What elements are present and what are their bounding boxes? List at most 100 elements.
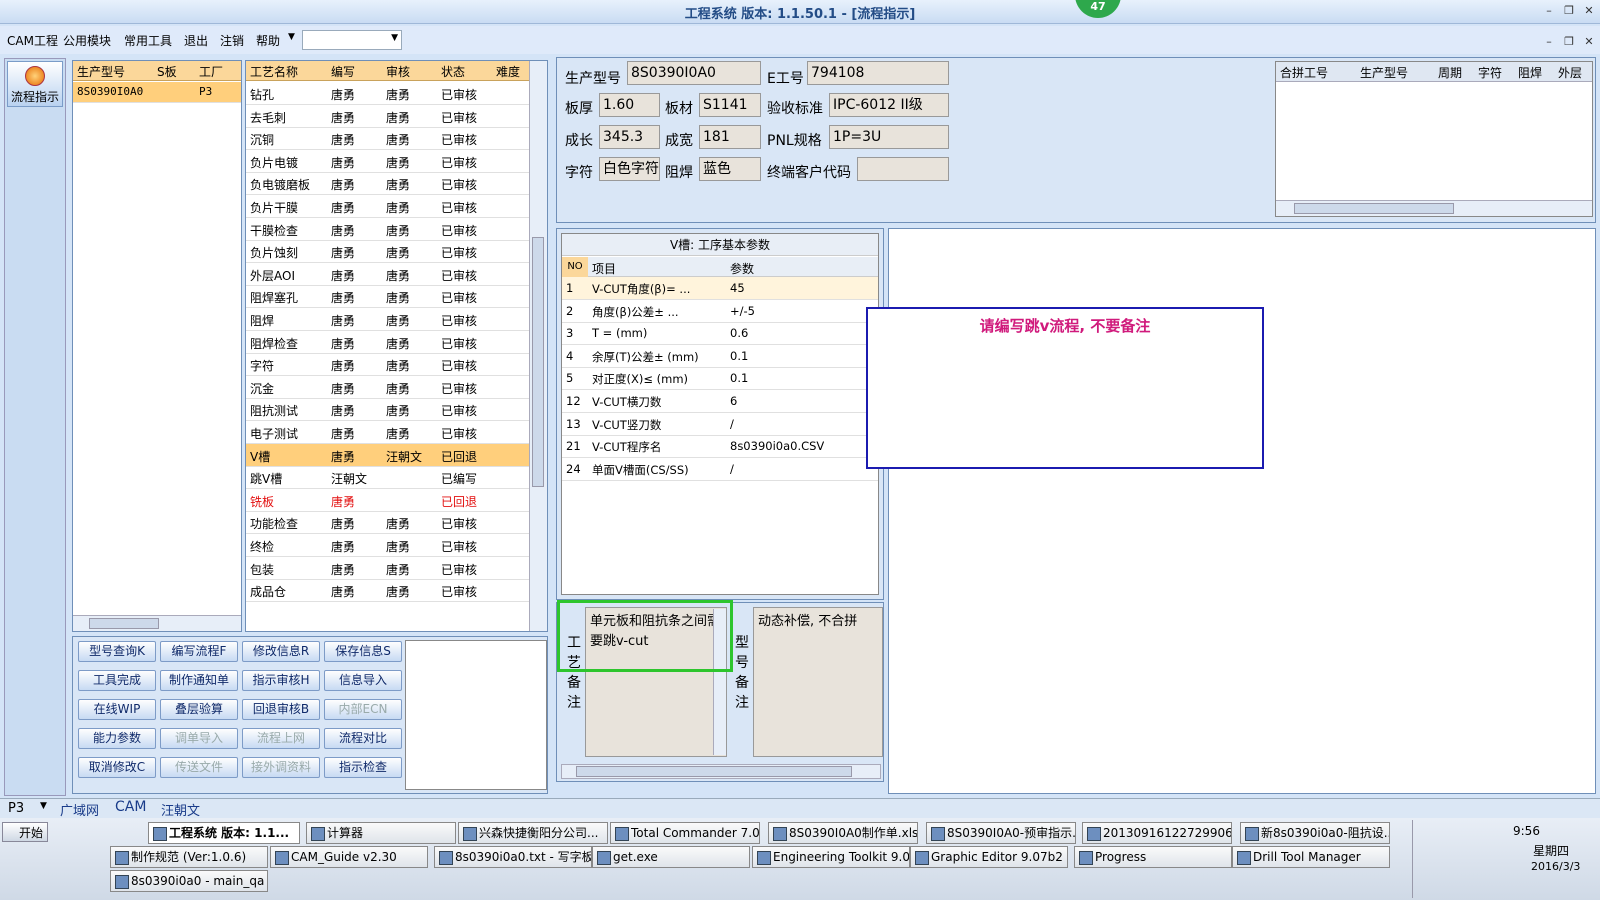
process-row[interactable]: 去毛刺 唐勇 唐勇 已审核	[246, 105, 529, 128]
taskbar-button[interactable]: CAM_Guide v2.30	[270, 846, 428, 868]
process-row[interactable]: 钻孔 唐勇 唐勇 已审核	[246, 82, 529, 105]
action-button[interactable]: 指示检查	[324, 757, 402, 778]
col-status[interactable]: 状态	[441, 63, 465, 80]
taskbar-button[interactable]: 8S0390I0A0-预审指示...	[926, 822, 1076, 844]
process-row[interactable]: 功能检查 唐勇 唐勇 已审核	[246, 511, 529, 535]
action-button[interactable]: 在线WIP	[78, 699, 156, 720]
clock-time[interactable]: 9:56	[1513, 824, 1540, 838]
vgroove-row[interactable]: 1 V-CUT角度(β)= ... 45	[562, 277, 878, 300]
taskbar-button[interactable]: 制作规范 (Ver:1.0.6)	[110, 846, 268, 868]
col-merge-mask[interactable]: 阻焊	[1518, 64, 1542, 81]
taskbar-button[interactable]: 新8s0390i0a0-阻抗设...	[1240, 822, 1390, 844]
model-remark-field[interactable]: 动态补偿, 不合拼	[753, 607, 883, 757]
col-no[interactable]: NO	[562, 257, 588, 277]
action-button[interactable]: 叠层验算	[160, 699, 238, 720]
vgroove-row[interactable]: 13 V-CUT竖刀数 /	[562, 413, 878, 436]
taskbar-button[interactable]: 8s0390i0a0 - main_qa	[110, 870, 268, 892]
process-row[interactable]: 外层AOI 唐勇 唐勇 已审核	[246, 263, 529, 286]
menu-common-modules[interactable]: 公用模块	[63, 32, 111, 49]
action-button[interactable]: 指示审核H	[242, 670, 320, 691]
col-factory[interactable]: 工厂	[199, 63, 223, 80]
col-param[interactable]: 参数	[730, 260, 754, 277]
customer-code-field[interactable]	[857, 157, 949, 181]
taskbar-button[interactable]: Engineering Toolkit 9.07...	[752, 846, 910, 868]
clock-date[interactable]: 2016/3/3	[1531, 860, 1580, 873]
process-row[interactable]: 跳V槽 汪朝文 已编写	[246, 466, 529, 490]
action-button[interactable]: 制作通知单	[160, 670, 238, 691]
col-reviewer[interactable]: 审核	[386, 63, 410, 80]
action-button[interactable]: 型号查询K	[78, 641, 156, 662]
length-field[interactable]: 345.3	[599, 125, 660, 149]
mdi-close-icon[interactable]: ✕	[1580, 34, 1598, 50]
taskbar-button[interactable]: get.exe	[592, 846, 750, 868]
taskbar-button[interactable]: Graphic Editor 9.07b2 (0...	[910, 846, 1068, 868]
taskbar-button[interactable]: Drill Tool Manager	[1232, 846, 1390, 868]
col-model[interactable]: 生产型号	[77, 63, 125, 80]
process-row[interactable]: 负片蚀刻 唐勇 唐勇 已审核	[246, 240, 529, 264]
process-row[interactable]: 负片电镀 唐勇 唐勇 已审核	[246, 150, 529, 173]
action-button[interactable]: 回退审核B	[242, 699, 320, 720]
standard-field[interactable]: IPC-6012 II级	[829, 93, 949, 117]
mdi-minimize-icon[interactable]: –	[1540, 34, 1558, 50]
mask-field[interactable]: 蓝色	[699, 157, 761, 181]
e-field[interactable]: 794108	[807, 61, 949, 85]
process-row[interactable]: 阻焊塞孔 唐勇 唐勇 已审核	[246, 285, 529, 309]
process-list-vscroll[interactable]	[529, 61, 547, 631]
mdi-restore-icon[interactable]: ❐	[1560, 34, 1578, 50]
part-row[interactable]: 8S0390I0A0 P3	[73, 82, 241, 103]
col-merge-char[interactable]: 字符	[1478, 64, 1502, 81]
action-button[interactable]: 能力参数	[78, 728, 156, 749]
menu-common-tools[interactable]: 常用工具	[124, 32, 172, 49]
thickness-field[interactable]: 1.60	[599, 93, 660, 117]
taskbar-button[interactable]: 20130916122729906.rt...	[1082, 822, 1232, 844]
chevron-down-icon[interactable]: ▼	[40, 801, 47, 811]
action-button[interactable]: 流程对比	[324, 728, 402, 749]
restore-icon[interactable]: ❐	[1560, 3, 1578, 19]
minimize-icon[interactable]: –	[1540, 3, 1558, 19]
col-merge-outer[interactable]: 外层	[1558, 64, 1582, 81]
width-field[interactable]: 181	[699, 125, 761, 149]
vgroove-row[interactable]: 4 余厚(T)公差± (mm) 0.1	[562, 345, 878, 368]
pnl-field[interactable]: 1P=3U	[829, 125, 949, 149]
model-field[interactable]: 8S0390I0A0	[627, 61, 761, 85]
taskbar-button[interactable]: 计算器	[306, 822, 456, 844]
process-row[interactable]: 阻焊 唐勇 唐勇 已审核	[246, 308, 529, 331]
process-row[interactable]: 沉金 唐勇 唐勇 已审核	[246, 376, 529, 399]
process-row[interactable]: 电子测试 唐勇 唐勇 已审核	[246, 421, 529, 444]
col-item[interactable]: 项目	[592, 260, 616, 277]
action-button[interactable]: 修改信息R	[242, 641, 320, 662]
vgroove-row[interactable]: 12 V-CUT横刀数 6	[562, 390, 878, 413]
vgroove-row[interactable]: 24 单面V槽面(CS/SS) /	[562, 458, 878, 481]
chevron-down-icon[interactable]: ▼	[391, 33, 398, 43]
remark-hscroll[interactable]	[561, 764, 881, 779]
col-merge-model[interactable]: 生产型号	[1360, 64, 1408, 81]
col-process[interactable]: 工艺名称	[250, 63, 298, 80]
chevron-down-icon[interactable]: ▼	[288, 32, 295, 42]
process-row[interactable]: 负电镀磨板 唐勇 唐勇 已审核	[246, 172, 529, 196]
process-row[interactable]: 字符 唐勇 唐勇 已审核	[246, 353, 529, 377]
part-list-hscroll[interactable]	[73, 615, 241, 631]
merge-hscroll[interactable]	[1276, 200, 1592, 216]
action-button[interactable]: 保存信息S	[324, 641, 402, 662]
action-button[interactable]: 信息导入	[324, 670, 402, 691]
clock-weekday[interactable]: 星期四	[1533, 842, 1569, 859]
process-row[interactable]: 包装 唐勇 唐勇 已审核	[246, 557, 529, 580]
vgroove-row[interactable]: 3 T = (mm) 0.6	[562, 322, 878, 346]
vgroove-row[interactable]: 2 角度(β)公差± ... +/-5	[562, 300, 878, 323]
material-field[interactable]: S1141	[699, 93, 761, 117]
status-factory[interactable]: P3	[8, 801, 24, 816]
vgroove-row[interactable]: 5 对正度(X)≤ (mm) 0.1	[562, 367, 878, 391]
process-row[interactable]: 干膜检查 唐勇 唐勇 已审核	[246, 218, 529, 241]
action-button[interactable]: 取消修改C	[78, 757, 156, 778]
char-field[interactable]: 白色字符	[599, 157, 660, 181]
col-merge-no[interactable]: 合拼工号	[1280, 64, 1328, 81]
taskbar-button[interactable]: 兴森快捷衡阳分公司...	[458, 822, 608, 844]
taskbar-button[interactable]: Progress	[1074, 846, 1232, 868]
menu-exit[interactable]: 退出	[184, 32, 208, 49]
process-row[interactable]: 阻抗测试 唐勇 唐勇 已审核	[246, 398, 529, 422]
menu-help[interactable]: 帮助	[256, 32, 280, 49]
vgroove-row[interactable]: 21 V-CUT程序名 8s0390i0a0.CSV	[562, 435, 878, 459]
col-merge-period[interactable]: 周期	[1438, 64, 1462, 81]
process-row[interactable]: 阻焊检查 唐勇 唐勇 已审核	[246, 331, 529, 354]
action-button[interactable]: 工具完成	[78, 670, 156, 691]
